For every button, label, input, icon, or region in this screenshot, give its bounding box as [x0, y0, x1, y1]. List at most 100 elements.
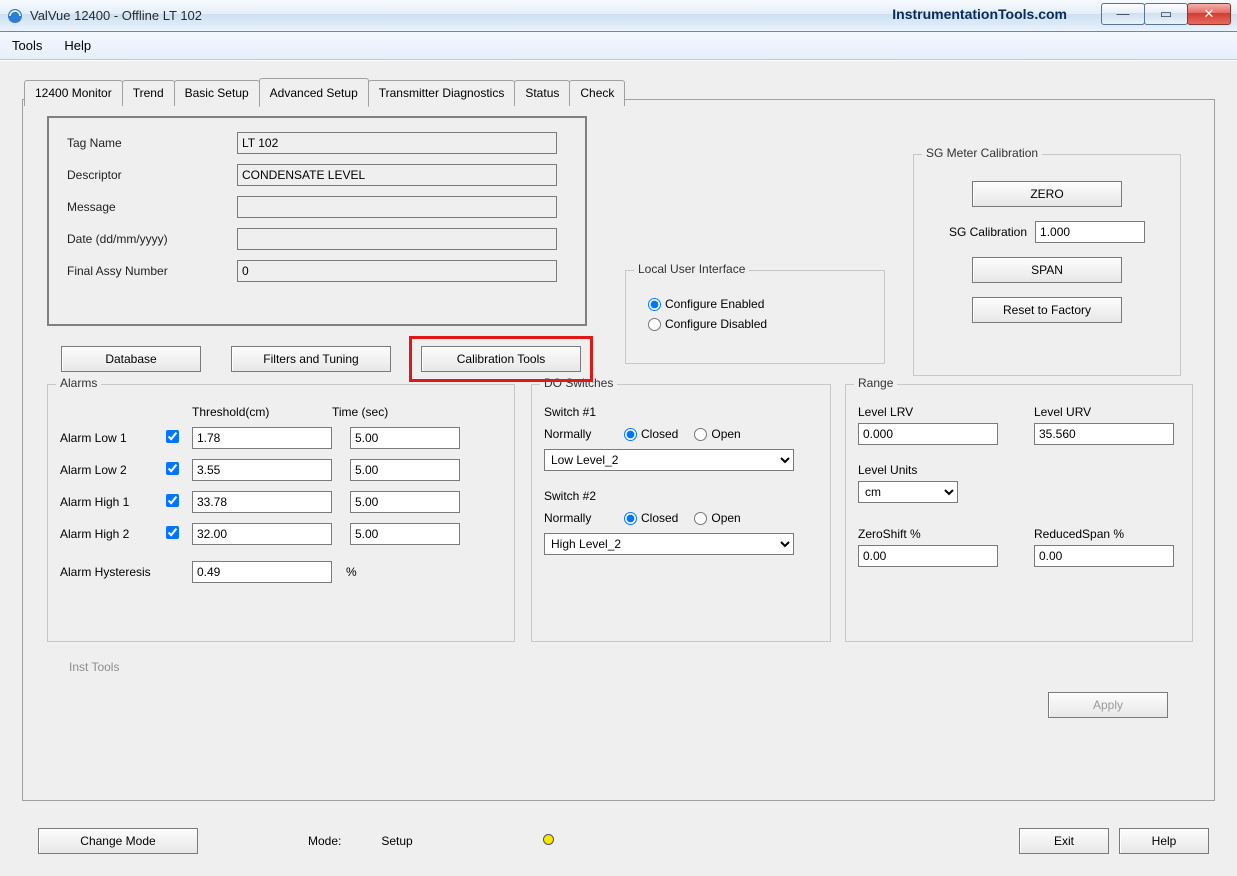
sg-calibration-label: SG Calibration: [949, 225, 1027, 239]
tab-advanced-setup[interactable]: Advanced Setup: [259, 78, 369, 107]
alarm-hysteresis-unit: %: [346, 565, 357, 579]
apply-button[interactable]: Apply: [1048, 692, 1168, 718]
tab-basic-setup[interactable]: Basic Setup: [174, 80, 260, 106]
lui-legend: Local User Interface: [634, 262, 749, 276]
alarm-high2-threshold[interactable]: [192, 523, 332, 545]
alarm-row-high1: Alarm High 1: [60, 491, 502, 513]
alarm-label: Alarm High 1: [60, 495, 166, 509]
alarm-high1-time[interactable]: [350, 491, 460, 513]
field-message[interactable]: [237, 196, 557, 218]
alarm-label: Alarm Low 1: [60, 431, 166, 445]
label-date: Date (dd/mm/yyyy): [67, 232, 237, 246]
change-mode-button[interactable]: Change Mode: [38, 828, 198, 854]
field-descriptor[interactable]: [237, 164, 557, 186]
sg-zero-button[interactable]: ZERO: [972, 181, 1122, 207]
sg-legend: SG Meter Calibration: [922, 146, 1042, 160]
reducedspan-field[interactable]: [1034, 545, 1174, 567]
field-date[interactable]: [237, 228, 557, 250]
exit-button[interactable]: Exit: [1019, 828, 1109, 854]
alarm-high2-time[interactable]: [350, 523, 460, 545]
mode-value: Setup: [381, 834, 412, 848]
sg-meter-calibration-group: SG Meter Calibration ZERO SG Calibration…: [913, 154, 1181, 376]
switch1-select[interactable]: Low Level_2: [544, 449, 794, 471]
configure-enabled-radio[interactable]: [648, 298, 661, 311]
alarm-hysteresis-field[interactable]: [192, 561, 332, 583]
switch2-select[interactable]: High Level_2: [544, 533, 794, 555]
label-descriptor: Descriptor: [67, 168, 237, 182]
level-urv-field[interactable]: [1034, 423, 1174, 445]
tabstrip: 12400 Monitor Trend Basic Setup Advanced…: [24, 76, 624, 105]
switch2-closed-radio[interactable]: [624, 512, 637, 525]
tab-status[interactable]: Status: [514, 80, 570, 106]
alarms-legend: Alarms: [56, 376, 101, 390]
footer-bar: Change Mode Mode: Setup Exit Help: [38, 828, 1209, 854]
sg-calibration-field[interactable]: [1035, 221, 1145, 243]
level-units-label: Level Units: [858, 463, 998, 477]
switch2-label: Switch #2: [544, 489, 596, 503]
window-titlebar: ValVue 12400 - Offline LT 102 Instrument…: [0, 0, 1237, 32]
menu-bar: Tools Help: [0, 32, 1237, 60]
help-button[interactable]: Help: [1119, 828, 1209, 854]
field-tag-name[interactable]: [237, 132, 557, 154]
alarm-row-high2: Alarm High 2: [60, 523, 502, 545]
range-group: Range Level LRV Level URV Level Units cm…: [845, 384, 1193, 642]
label-message: Message: [67, 200, 237, 214]
status-indicator-icon: [543, 834, 554, 845]
alarm-low2-checkbox[interactable]: [166, 462, 179, 475]
tab-trend[interactable]: Trend: [122, 80, 175, 106]
minimize-button[interactable]: —: [1101, 3, 1145, 25]
watermark: InstrumentationTools.com: [892, 6, 1067, 22]
normally-label-2: Normally: [544, 511, 624, 525]
alarm-row-low1: Alarm Low 1: [60, 427, 502, 449]
label-final-assy: Final Assy Number: [67, 264, 237, 278]
alarms-header-time: Time (sec): [332, 405, 482, 419]
alarm-hysteresis-label: Alarm Hysteresis: [60, 565, 192, 579]
alarm-label: Alarm High 2: [60, 527, 166, 541]
local-user-interface-group: Local User Interface Configure Enabled C…: [625, 270, 885, 364]
normally-label: Normally: [544, 427, 624, 441]
mode-label: Mode:: [308, 834, 341, 848]
zeroshift-label: ZeroShift %: [858, 527, 998, 541]
tab-monitor[interactable]: 12400 Monitor: [24, 80, 123, 106]
menu-help[interactable]: Help: [60, 35, 95, 56]
field-final-assy[interactable]: [237, 260, 557, 282]
tab-transmitter-diagnostics[interactable]: Transmitter Diagnostics: [368, 80, 516, 106]
alarm-high2-checkbox[interactable]: [166, 526, 179, 539]
alarms-header-threshold: Threshold(cm): [192, 405, 332, 419]
label-tag-name: Tag Name: [67, 136, 237, 150]
alarm-low2-threshold[interactable]: [192, 459, 332, 481]
app-icon: [6, 7, 24, 25]
do-switches-group: DO Switches Switch #1 Normally Closed Op…: [531, 384, 831, 642]
alarm-label: Alarm Low 2: [60, 463, 166, 477]
switch2-open-radio[interactable]: [694, 512, 707, 525]
range-legend: Range: [854, 376, 897, 390]
level-lrv-label: Level LRV: [858, 405, 998, 419]
database-button[interactable]: Database: [61, 346, 201, 372]
alarm-low1-checkbox[interactable]: [166, 430, 179, 443]
alarm-high1-threshold[interactable]: [192, 491, 332, 513]
sg-span-button[interactable]: SPAN: [972, 257, 1122, 283]
do-switches-legend: DO Switches: [540, 376, 617, 390]
tabpage-advanced-setup: Tag Name Descriptor Message Date (dd/mm/…: [22, 99, 1215, 801]
sg-reset-button[interactable]: Reset to Factory: [972, 297, 1122, 323]
alarm-row-low2: Alarm Low 2: [60, 459, 502, 481]
menu-tools[interactable]: Tools: [8, 35, 46, 56]
alarm-low1-threshold[interactable]: [192, 427, 332, 449]
filters-and-tuning-button[interactable]: Filters and Tuning: [231, 346, 391, 372]
switch1-open-radio[interactable]: [694, 428, 707, 441]
switch1-label: Switch #1: [544, 405, 596, 419]
switch1-closed-radio[interactable]: [624, 428, 637, 441]
level-urv-label: Level URV: [1034, 405, 1174, 419]
alarm-low2-time[interactable]: [350, 459, 460, 481]
alarm-low1-time[interactable]: [350, 427, 460, 449]
maximize-button[interactable]: ▭: [1144, 3, 1188, 25]
level-units-select[interactable]: cm: [858, 481, 958, 503]
zeroshift-field[interactable]: [858, 545, 998, 567]
configure-disabled-radio[interactable]: [648, 318, 661, 331]
tab-check[interactable]: Check: [569, 80, 625, 106]
calibration-tools-button[interactable]: Calibration Tools: [421, 346, 581, 372]
close-button[interactable]: ✕: [1187, 3, 1231, 25]
alarm-high1-checkbox[interactable]: [166, 494, 179, 507]
level-lrv-field[interactable]: [858, 423, 998, 445]
alarms-group: Alarms Threshold(cm) Time (sec) Alarm Lo…: [47, 384, 515, 642]
